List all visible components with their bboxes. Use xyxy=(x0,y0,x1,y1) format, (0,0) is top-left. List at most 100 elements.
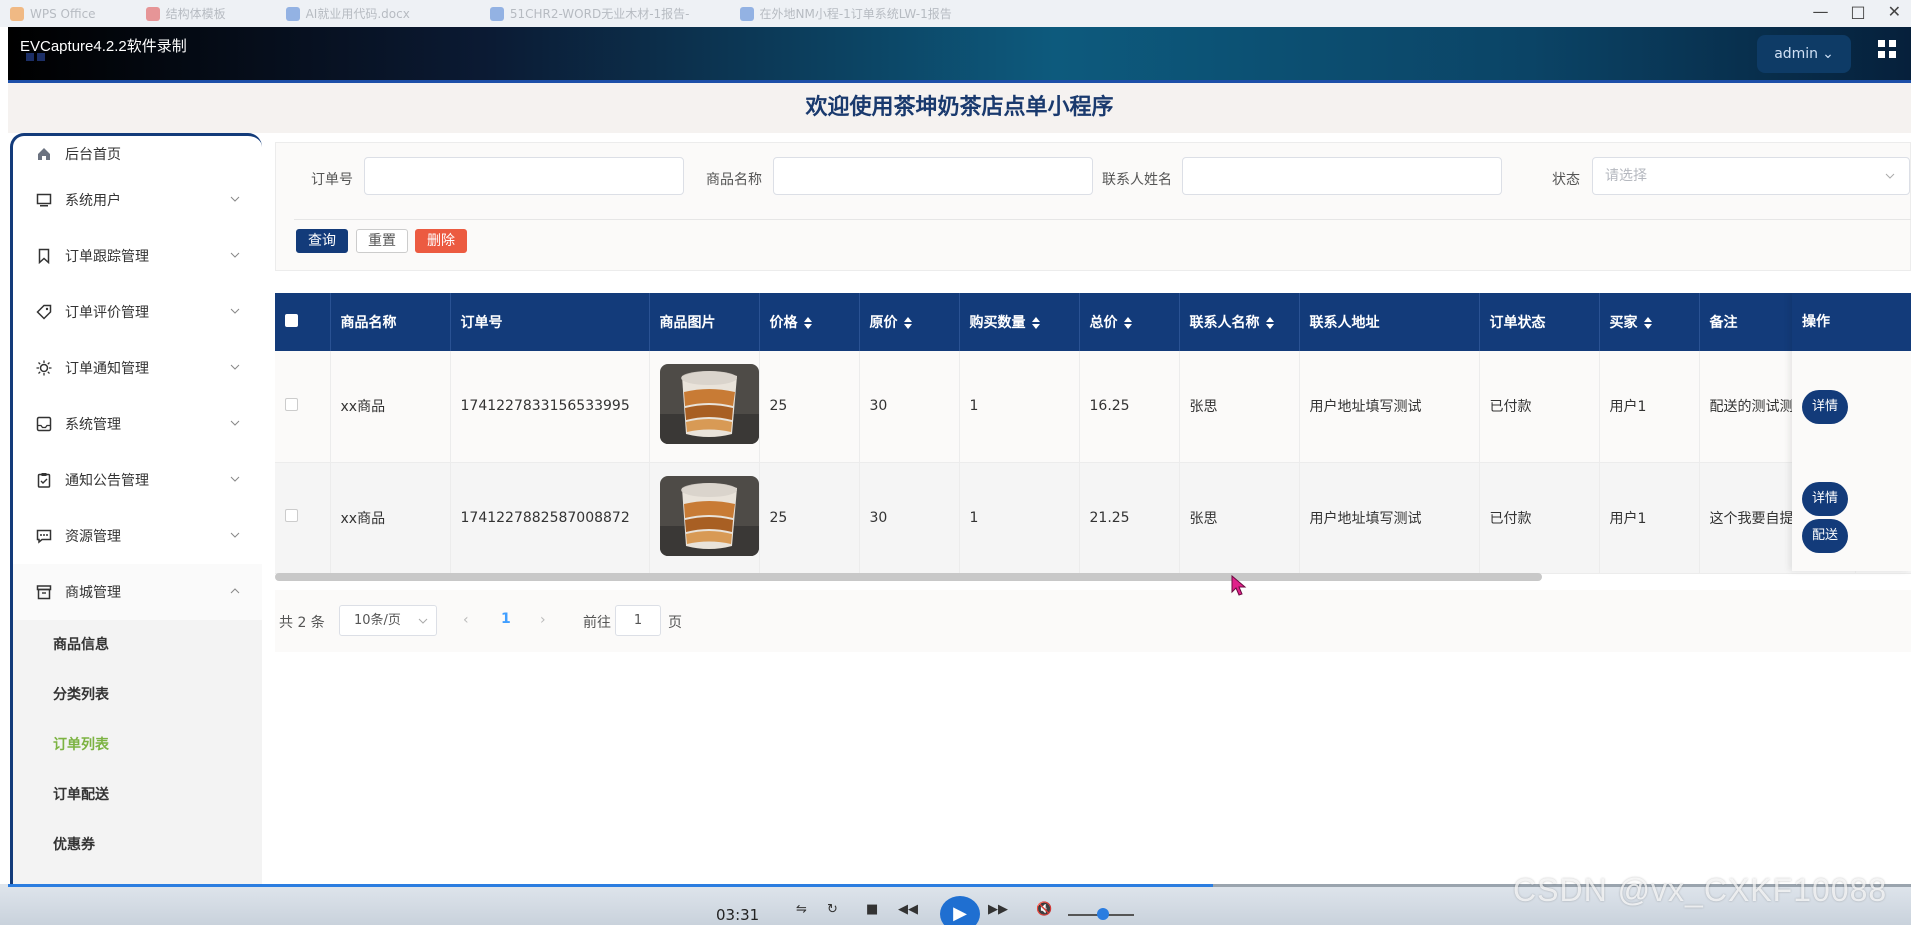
status-select[interactable]: 请选择 xyxy=(1592,157,1910,195)
playback-progress[interactable] xyxy=(8,884,1213,887)
price-cell: 25 xyxy=(759,351,860,463)
row-select-cell[interactable] xyxy=(275,351,331,463)
admin-label: admin xyxy=(1774,46,1819,62)
sun-icon xyxy=(35,359,53,377)
app-logo-icon xyxy=(26,53,45,61)
grid-icon[interactable] xyxy=(1877,39,1897,59)
order-status-cell: 已付款 xyxy=(1479,351,1600,463)
word-icon xyxy=(285,6,300,21)
stop-icon[interactable]: ■ xyxy=(866,902,878,922)
select-all-checkbox[interactable] xyxy=(285,313,298,327)
row-select-cell[interactable] xyxy=(275,462,331,574)
price-cell: 25 xyxy=(759,462,860,574)
sort-icon[interactable] xyxy=(1643,317,1652,329)
product-name-cell: xx商品 xyxy=(330,462,451,574)
close-icon[interactable]: ✕ xyxy=(1888,2,1901,21)
chevron-down-icon xyxy=(230,532,240,538)
repeat-icon[interactable]: ↻ xyxy=(827,902,838,922)
page-number-current[interactable]: 1 xyxy=(501,611,511,627)
inbox-icon xyxy=(35,415,53,433)
deliver-button[interactable]: 配送 xyxy=(1802,519,1848,553)
maximize-icon[interactable]: □ xyxy=(1850,2,1865,21)
sort-icon[interactable] xyxy=(1123,317,1132,329)
detail-button[interactable]: 详情 xyxy=(1802,482,1848,516)
shuffle-icon[interactable]: ⇋ xyxy=(796,902,807,922)
column-header-sortable[interactable]: 购买数量 xyxy=(959,293,1080,351)
sort-icon[interactable] xyxy=(803,317,812,329)
delete-button[interactable]: 删除 xyxy=(415,229,467,253)
product-image-cell xyxy=(649,351,760,463)
fast-forward-icon[interactable]: ▶▶ xyxy=(988,902,1008,922)
sidebar-subitem-delivery[interactable]: 订单配送 xyxy=(13,770,262,820)
sort-icon[interactable] xyxy=(1265,317,1274,329)
admin-menu-button[interactable]: admin ⌄ xyxy=(1757,35,1851,73)
chevron-up-icon xyxy=(230,588,240,594)
os-tab[interactable]: 51CHR2-WORD无业木材-1报告- xyxy=(480,3,700,25)
detail-button[interactable]: 详情 xyxy=(1802,390,1848,424)
table-row[interactable]: xx商品 1741227882587008872 25 30 1 21.25 张… xyxy=(275,462,1911,574)
goto-page-input[interactable]: 1 xyxy=(615,605,661,636)
os-tab-label: 结构体模板 xyxy=(165,7,226,21)
page-title: 欢迎使用茶坤奶茶店点单小程序 xyxy=(805,95,1114,120)
order-no-cell: 1741227833156533995 xyxy=(450,351,650,463)
sidebar-item-announcement[interactable]: 通知公告管理 xyxy=(13,452,262,508)
sidebar-subitem-categories[interactable]: 分类列表 xyxy=(13,670,262,720)
chevron-down-icon xyxy=(230,252,240,258)
table-row[interactable]: xx商品 1741227833156533995 25 30 1 16.25 张… xyxy=(275,351,1911,463)
page-unit-label: 页 xyxy=(668,615,682,631)
os-tab[interactable]: AI就业用代码.docx xyxy=(276,3,420,25)
next-page-icon[interactable]: › xyxy=(540,612,546,628)
column-header-sortable[interactable]: 价格 xyxy=(759,293,860,351)
prev-page-icon[interactable]: ‹ xyxy=(463,612,469,628)
sidebar-item-order-review[interactable]: 订单评价管理 xyxy=(13,284,262,340)
page-size-select[interactable]: 10条/页 xyxy=(339,605,437,636)
os-tab[interactable]: WPS Office xyxy=(0,3,106,25)
sidebar-item-system-management[interactable]: 系统管理 xyxy=(13,396,262,452)
sidebar-item-system-users[interactable]: 系统用户 xyxy=(13,172,262,228)
column-header-label: 购买数量 xyxy=(969,315,1026,331)
reset-button[interactable]: 重置 xyxy=(356,229,408,253)
select-all-cell[interactable] xyxy=(275,293,331,351)
row-checkbox[interactable] xyxy=(285,397,298,411)
column-header-sortable[interactable]: 原价 xyxy=(859,293,960,351)
sidebar-item-home[interactable]: 后台首页 xyxy=(13,136,262,172)
sidebar-subitem-orders[interactable]: 订单列表 xyxy=(13,720,262,770)
contact-name-label: 联系人姓名 xyxy=(1102,172,1172,188)
rewind-icon[interactable]: ◀◀ xyxy=(898,902,918,922)
column-header-label: 总价 xyxy=(1089,315,1118,331)
product-name-input[interactable] xyxy=(773,157,1093,195)
sort-icon[interactable] xyxy=(1031,317,1040,329)
sort-icon[interactable] xyxy=(903,317,912,329)
sidebar-item-order-tracking[interactable]: 订单跟踪管理 xyxy=(13,228,262,284)
sidebar-subitem-products[interactable]: 商品信息 xyxy=(13,620,262,670)
play-button[interactable]: ▶ xyxy=(940,896,980,925)
sidebar-subitem-coupons[interactable]: 优惠券 xyxy=(13,820,262,870)
contact-name-cell: 张思 xyxy=(1179,462,1300,574)
mute-icon[interactable]: 🔇 xyxy=(1036,902,1052,922)
column-header: 商品图片 xyxy=(649,293,760,351)
sidebar-item-resources[interactable]: 资源管理 xyxy=(13,508,262,564)
row-checkbox[interactable] xyxy=(285,509,298,522)
app-title: EVCapture4.2.2软件录制 xyxy=(20,38,187,55)
column-header-sortable[interactable]: 买家 xyxy=(1599,293,1700,351)
os-tab[interactable]: 结构体模板 xyxy=(136,3,236,25)
horizontal-scrollbar[interactable] xyxy=(275,573,1542,581)
sidebar-item-label: 商城管理 xyxy=(65,585,121,601)
column-header-sortable[interactable]: 联系人名称 xyxy=(1179,293,1300,351)
minimize-icon[interactable]: — xyxy=(1812,2,1828,21)
sidebar-item-order-notice[interactable]: 订单通知管理 xyxy=(13,340,262,396)
table-header-row: 商品名称 订单号 商品图片 价格 原价 购买数量 总价 联系人名称 联系人地址 … xyxy=(275,293,1911,351)
contact-name-input[interactable] xyxy=(1182,157,1502,195)
volume-knob[interactable] xyxy=(1097,908,1109,920)
chevron-down-icon xyxy=(230,196,240,202)
quantity-cell: 1 xyxy=(959,462,1080,574)
sidebar-item-mall[interactable]: 商城管理 xyxy=(13,564,262,620)
mouse-cursor-icon xyxy=(1231,575,1247,596)
sidebar-item-label: 订单通知管理 xyxy=(65,361,149,377)
playback-time: 03:31 xyxy=(716,906,760,924)
order-no-input[interactable] xyxy=(364,157,684,195)
chevron-down-icon: ⌄ xyxy=(1822,46,1834,62)
column-header-sortable[interactable]: 总价 xyxy=(1079,293,1180,351)
os-tab[interactable]: 在外地NM小程-1订单系统LW-1报告 xyxy=(730,3,962,25)
query-button[interactable]: 查询 xyxy=(296,229,348,253)
